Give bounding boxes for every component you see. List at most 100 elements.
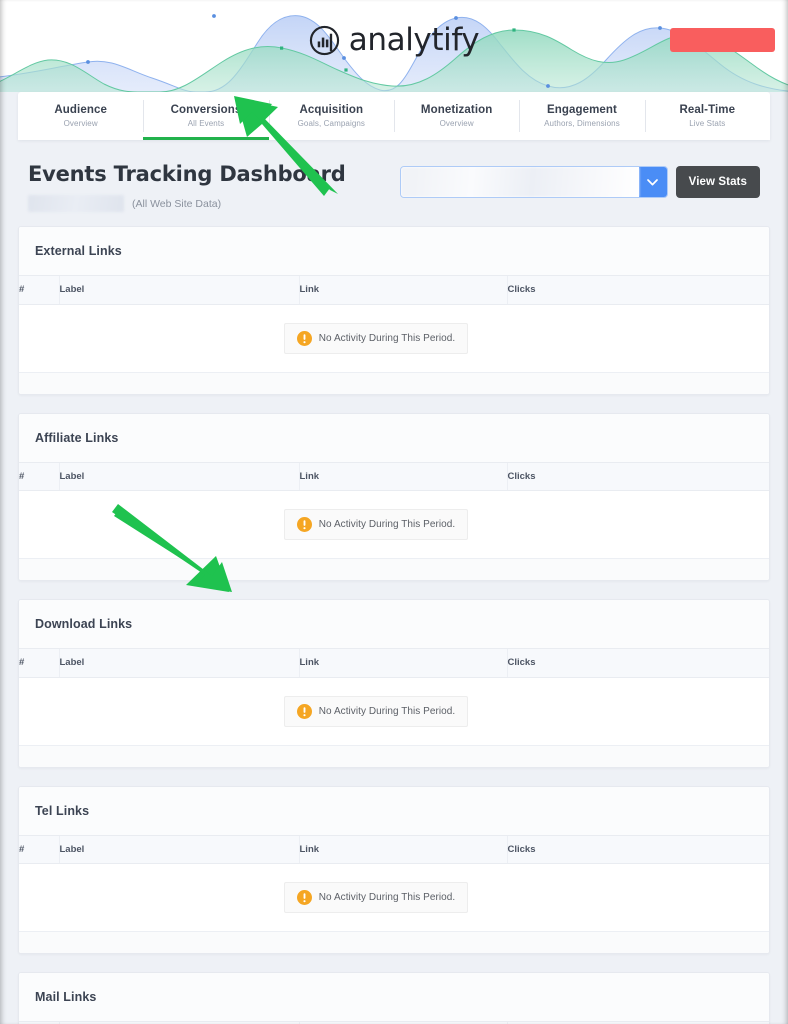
affiliate-links-thead: # Label Link Clicks (19, 462, 769, 491)
tab-monetization-subtitle: Overview (439, 119, 474, 128)
card-affiliate-links: Affiliate Links # Label Link Clicks No A… (18, 412, 770, 581)
column-header-num[interactable]: # (19, 835, 59, 864)
profile-name-redaction (28, 195, 124, 212)
download-links-tbody: No Activity During This Period. (19, 677, 769, 745)
empty-state-cell: No Activity During This Period. (19, 863, 769, 931)
card-affiliate-links-footer (19, 558, 769, 580)
tab-monetization[interactable]: Monetization Overview (393, 92, 519, 140)
card-mail-links-title: Mail Links (35, 990, 97, 1004)
card-external-links-title: External Links (35, 244, 122, 258)
tab-real-time-subtitle: Live Stats (689, 119, 726, 128)
card-tel-links-header: Tel Links (19, 786, 769, 836)
header-redaction-block (670, 28, 775, 52)
app-viewport: analytify Audience Overview Conversions … (0, 0, 788, 1024)
table-header-row: # Label Link Clicks (19, 649, 769, 678)
card-download-links-footer (19, 744, 769, 767)
download-links-thead: # Label Link Clicks (19, 649, 769, 678)
card-external-links-footer (19, 371, 769, 394)
affiliate-links-tbody: No Activity During This Period. (19, 490, 769, 558)
column-header-clicks[interactable]: Clicks (506, 835, 769, 864)
analytify-circle-bars-icon (309, 25, 339, 55)
tab-engagement[interactable]: Engagement Authors, Dimensions (519, 92, 644, 140)
column-header-num[interactable]: # (19, 649, 59, 678)
profile-select-value[interactable] (400, 167, 639, 197)
main-navigation: Audience Overview Conversions All Events… (18, 92, 770, 140)
page-header: Events Tracking Dashboard (All Web Site … (18, 140, 770, 226)
column-header-label[interactable]: Label (58, 276, 299, 305)
tab-conversions[interactable]: Conversions All Events (143, 92, 269, 140)
card-mail-links-header: Mail Links (19, 973, 769, 1022)
chevron-down-icon[interactable] (638, 167, 667, 197)
tab-acquisition[interactable]: Acquisition Goals, Campaigns (268, 92, 394, 140)
tel-links-tbody: No Activity During This Period. (19, 863, 769, 931)
empty-state-row: No Activity During This Period. (19, 304, 769, 372)
logo-wordmark: analytify (348, 22, 480, 58)
empty-state-wrapper: No Activity During This Period. (19, 695, 751, 727)
profile-select[interactable] (399, 166, 668, 198)
main-content: Events Tracking Dashboard (All Web Site … (0, 140, 788, 1024)
tel-links-thead: # Label Link Clicks (19, 835, 769, 864)
tab-engagement-title: Engagement (546, 104, 617, 116)
tab-monetization-title: Monetization (420, 104, 493, 116)
card-download-links: Download Links # Label Link Clicks No Ac… (18, 599, 770, 768)
tab-audience-subtitle: Overview (63, 119, 98, 128)
column-header-label[interactable]: Label (58, 835, 299, 864)
view-stats-button[interactable]: View Stats (675, 166, 760, 198)
chevron-down-glyph (647, 178, 659, 185)
empty-state-wrapper: No Activity During This Period. (19, 509, 751, 540)
no-activity-text: No Activity During This Period. (318, 332, 456, 344)
alert-exclamation-icon (296, 517, 312, 532)
alert-exclamation-icon (296, 890, 312, 905)
no-activity-notice: No Activity During This Period. (283, 322, 469, 354)
column-header-num[interactable]: # (19, 462, 59, 491)
tab-conversions-subtitle: All Events (187, 119, 225, 128)
table-header-row: # Label Link Clicks (19, 276, 769, 305)
card-external-links-header: External Links (19, 227, 769, 276)
column-header-label[interactable]: Label (58, 462, 299, 491)
empty-state-row: No Activity During This Period. (19, 490, 769, 558)
card-tel-links-footer (19, 931, 769, 953)
column-header-label[interactable]: Label (58, 649, 299, 678)
tab-acquisition-title: Acquisition (299, 104, 364, 116)
column-header-clicks[interactable]: Clicks (506, 649, 769, 678)
table-header-row: # Label Link Clicks (19, 835, 769, 864)
empty-state-cell: No Activity During This Period. (19, 490, 769, 558)
column-header-link[interactable]: Link (298, 835, 507, 864)
page-header-controls: View Stats (399, 162, 760, 198)
column-header-num[interactable]: # (19, 276, 59, 305)
no-activity-notice: No Activity During This Period. (283, 509, 469, 540)
card-affiliate-links-header: Affiliate Links (19, 413, 769, 463)
no-activity-notice: No Activity During This Period. (283, 695, 469, 727)
alert-exclamation-icon (296, 703, 312, 719)
table-header-row: # Label Link Clicks (19, 462, 769, 491)
empty-state-cell: No Activity During This Period. (19, 304, 769, 372)
column-header-link[interactable]: Link (298, 649, 507, 678)
column-header-link[interactable]: Link (298, 276, 507, 305)
download-links-table: # Label Link Clicks No Activity During T… (19, 649, 769, 745)
empty-state-row: No Activity During This Period. (19, 863, 769, 931)
tab-conversions-title: Conversions (170, 104, 242, 116)
tab-real-time[interactable]: Real-Time Live Stats (644, 92, 770, 140)
tab-real-time-title: Real-Time (679, 104, 736, 116)
column-header-link[interactable]: Link (298, 462, 507, 491)
page-title: Events Tracking Dashboard (28, 162, 346, 186)
empty-state-cell: No Activity During This Period. (19, 677, 769, 745)
card-download-links-title: Download Links (35, 617, 133, 631)
card-tel-links-title: Tel Links (35, 803, 90, 818)
tel-links-table: # Label Link Clicks No Activity During T… (19, 835, 769, 931)
tab-audience[interactable]: Audience Overview (18, 92, 143, 140)
card-affiliate-links-title: Affiliate Links (35, 430, 119, 445)
no-activity-text: No Activity During This Period. (318, 519, 456, 530)
affiliate-links-table: # Label Link Clicks No Activity During T… (19, 462, 769, 558)
external-links-tbody: No Activity During This Period. (19, 304, 769, 372)
card-mail-links: Mail Links # Label Link Clicks (18, 972, 770, 1024)
no-activity-notice: No Activity During This Period. (283, 882, 469, 913)
empty-state-wrapper: No Activity During This Period. (19, 322, 751, 354)
column-header-clicks[interactable]: Clicks (506, 462, 769, 491)
tab-acquisition-subtitle: Goals, Campaigns (297, 119, 366, 128)
external-links-table: # Label Link Clicks No Activity During T… (19, 276, 769, 372)
no-activity-text: No Activity During This Period. (318, 892, 456, 903)
column-header-clicks[interactable]: Clicks (506, 276, 769, 305)
app-header: analytify (0, 0, 788, 92)
card-external-links: External Links # Label Link Clicks No Ac… (18, 226, 770, 395)
